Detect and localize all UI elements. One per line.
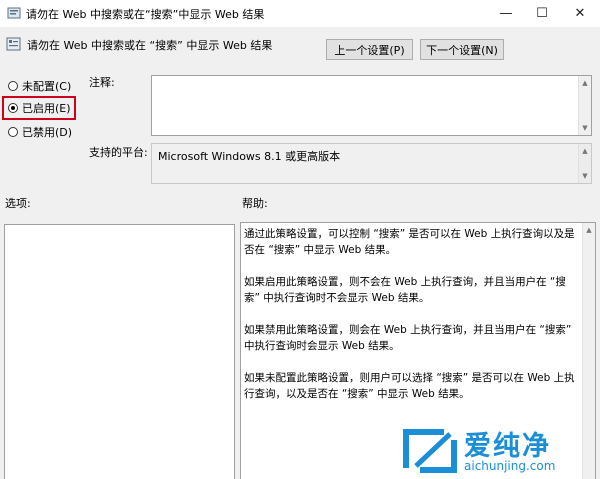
radio-label: 已启用(E) [22,102,71,115]
scroll-up-icon[interactable]: ▲ [583,224,595,236]
comment-label: 注释: [89,76,115,89]
radio-button[interactable] [8,81,18,91]
maximize-icon: ☐ [536,6,548,21]
radio-label: 未配置(C) [22,80,72,93]
comment-scrollbar[interactable]: ▲ ▼ [578,76,591,135]
help-paragraph: 如果未配置此策略设置，则用户可以选择 “搜索” 是否可以在 Web 上执行查询，… [244,372,575,400]
minimize-icon: — [499,6,513,21]
scroll-up-icon[interactable]: ▲ [579,77,591,89]
help-text: 通过此策略设置，可以控制 “搜索” 是否可以在 Web 上执行查询以及是否在 “… [244,226,578,418]
radio-button[interactable] [8,127,18,137]
watermark-logo: 爱纯净 aichunjing.com [400,424,596,476]
radio-label: 已禁用(D) [22,126,73,139]
scroll-up-icon[interactable]: ▲ [579,145,591,157]
radio-not-configured[interactable]: 未配置(C) [8,78,71,94]
platform-field: Microsoft Windows 8.1 或更高版本 ▲ ▼ [151,143,592,184]
options-pane [4,224,235,479]
comment-textarea[interactable]: ▲ ▼ [151,75,592,136]
setting-icon [6,37,21,51]
radio-enabled[interactable]: 已启用(E) [8,100,71,116]
scroll-down-icon[interactable]: ▼ [579,170,591,182]
help-label: 帮助: [242,197,268,210]
brand-name: 爱纯净 [464,431,551,462]
brand-logo-icon [403,429,457,473]
title-bar: 请勿在 Web 中搜索或在“搜索”中显示 Web 结果 — ☐ ✕ [0,0,600,27]
help-paragraph: 如果启用此策略设置，则不会在 Web 上执行查询，并且当用户在 “搜索” 中执行… [244,276,566,304]
platform-label: 支持的平台: [89,146,148,159]
close-icon: ✕ [574,6,586,21]
help-paragraph: 通过此策略设置，可以控制 “搜索” 是否可以在 Web 上执行查询以及是否在 “… [244,228,575,256]
setting-title: 请勿在 Web 中搜索或在 “搜索” 中显示 Web 结果 [27,39,273,52]
options-label: 选项: [5,197,31,210]
policy-app-icon [7,7,21,19]
platform-value: Microsoft Windows 8.1 或更高版本 [158,150,341,163]
scroll-down-icon[interactable]: ▼ [579,122,591,134]
minimize-button[interactable]: — [488,0,524,27]
help-paragraph: 如果禁用此策略设置，则会在 Web 上执行查询，并且当用户在 “搜索” 中执行查… [244,324,572,352]
platform-scrollbar[interactable]: ▲ ▼ [578,144,591,183]
window-title: 请勿在 Web 中搜索或在“搜索”中显示 Web 结果 [26,8,265,21]
next-setting-button[interactable]: 下一个设置(N) [420,39,504,60]
radio-button[interactable] [8,103,18,113]
radio-disabled[interactable]: 已禁用(D) [8,124,72,140]
brand-url: aichunjing.com [464,459,556,473]
maximize-button[interactable]: ☐ [524,0,560,27]
close-button[interactable]: ✕ [562,0,598,27]
prev-setting-button[interactable]: 上一个设置(P) [326,39,413,60]
